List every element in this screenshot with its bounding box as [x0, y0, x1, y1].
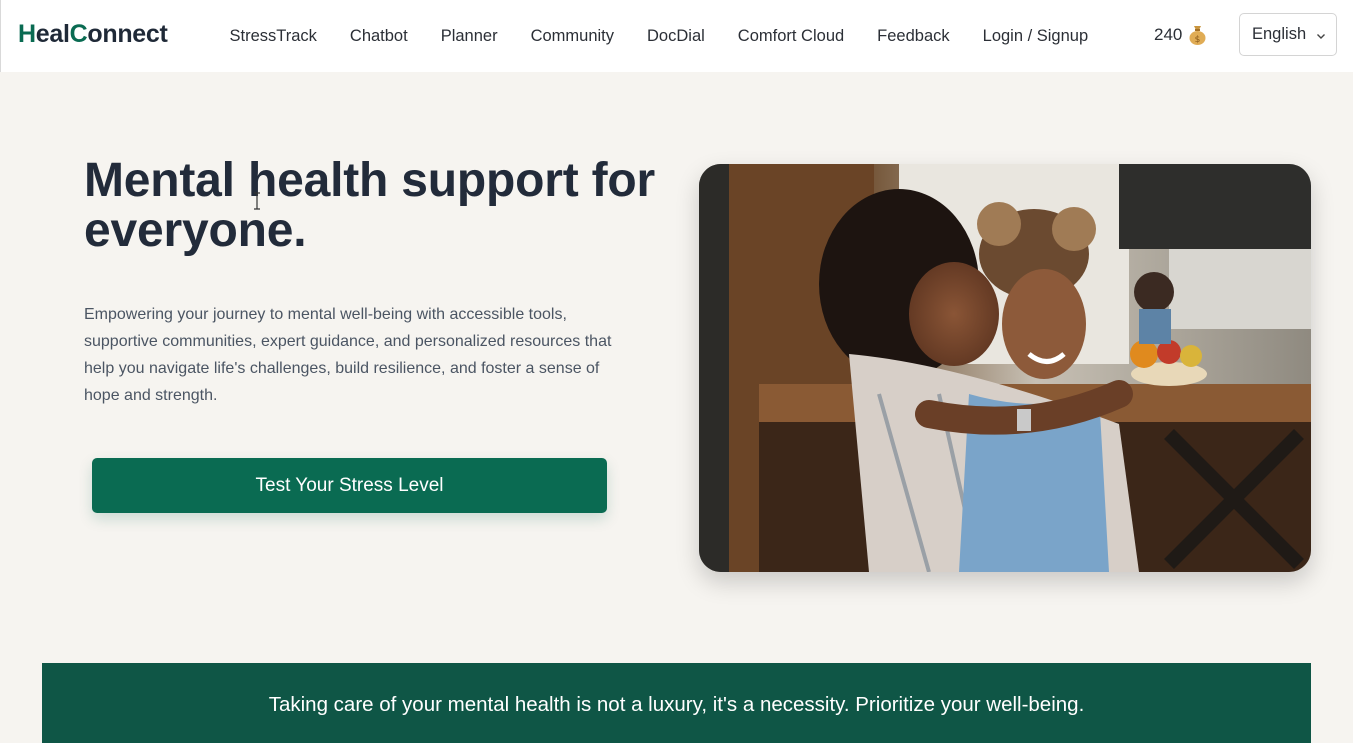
nav-stresstrack[interactable]: StressTrack — [213, 27, 333, 46]
money-bag-icon: $ — [1188, 24, 1207, 45]
nav-chatbot[interactable]: Chatbot — [333, 27, 424, 46]
language-value: English — [1252, 25, 1307, 43]
text-cursor-icon — [252, 192, 262, 210]
logo-letter-h: H — [18, 20, 36, 48]
nav-login-signup[interactable]: Login / Signup — [966, 27, 1105, 46]
brand-logo[interactable]: HealConnect — [18, 20, 168, 49]
logo-letter-c: C — [69, 20, 88, 48]
svg-text:$: $ — [1195, 35, 1201, 45]
banner-text: Taking care of your mental health is not… — [268, 693, 1085, 716]
nav-community[interactable]: Community — [514, 27, 630, 46]
language-select[interactable]: English — [1239, 13, 1337, 56]
nav-comfort-cloud[interactable]: Comfort Cloud — [721, 27, 860, 46]
logo-text-onnect: onnect — [87, 20, 168, 48]
nav-docdial[interactable]: DocDial — [631, 27, 722, 46]
chevron-down-icon — [1315, 28, 1327, 40]
coin-balance: 240 $ — [1154, 24, 1207, 45]
coin-count: 240 — [1154, 24, 1183, 44]
test-stress-level-button[interactable]: Test Your Stress Level — [92, 458, 607, 513]
nav-links: StressTrack Chatbot Planner Community DocDia… — [213, 0, 1105, 72]
mental-health-banner: Taking care of your mental health is not… — [42, 663, 1311, 743]
top-navbar: HealConnect StressTrack Chatbot Planner Com… — [0, 0, 1353, 72]
logo-text-eal: eal — [35, 20, 70, 48]
nav-planner[interactable]: Planner — [424, 27, 514, 46]
hero-title: Mental health support for everyone. — [84, 154, 656, 257]
hero-description: Empowering your journey to mental well-b… — [84, 306, 612, 404]
hero-photo-mother-daughter-hug — [699, 164, 1311, 572]
nav-feedback[interactable]: Feedback — [861, 27, 966, 46]
